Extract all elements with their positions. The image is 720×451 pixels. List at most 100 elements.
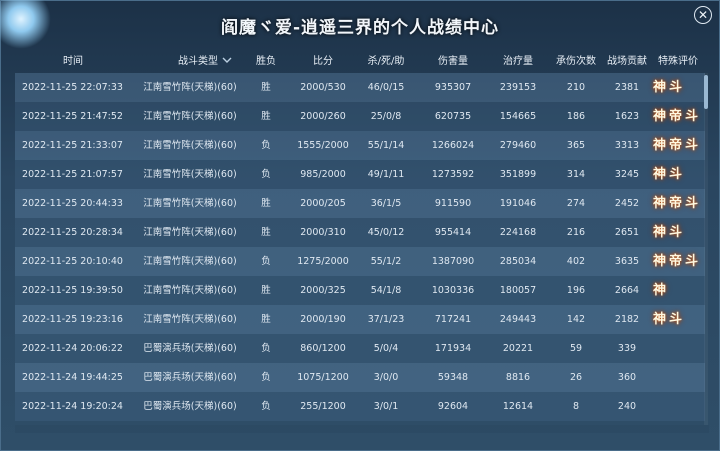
cell-hits-taken: 59 <box>569 343 583 354</box>
cell-damage: 1387090 <box>431 256 475 267</box>
cell-heal: 239153 <box>499 82 537 93</box>
table-row[interactable]: 2022-11-25 21:07:57 江南雪竹阵(天梯)(60) 负 985/… <box>15 160 705 189</box>
cell-heal: 249443 <box>499 314 537 325</box>
cell-result: 胜 <box>261 314 271 325</box>
battle-records-table[interactable]: 2022-11-25 22:07:33 江南雪竹阵(天梯)(60) 胜 2000… <box>15 73 709 425</box>
cell-result: 胜 <box>261 285 271 296</box>
rating-badge: 神帝斗 <box>653 196 702 211</box>
cell-heal: 285034 <box>499 256 537 267</box>
cell-battle-type: 巴蜀演兵场(天梯)(60) <box>143 372 237 383</box>
cell-contribution: 339 <box>617 343 637 354</box>
cell-kda: 49/1/11 <box>367 169 405 180</box>
rating-badge: 神斗 <box>653 167 686 182</box>
table-row[interactable]: 2022-11-25 20:10:40 江南雪竹阵(天梯)(60) 负 1275… <box>15 247 705 276</box>
cell-contribution: 1623 <box>614 111 640 122</box>
cell-kda: 3/0/1 <box>373 401 399 412</box>
cell-battle-type: 巴蜀演兵场(天梯)(60) <box>143 401 237 412</box>
cell-battle-type: 江南雪竹阵(天梯)(60) <box>143 314 237 325</box>
rating-badge: 神 <box>653 283 670 298</box>
column-header-heal: 治疗量 <box>503 56 533 67</box>
cell-kda: 5/0/4 <box>373 343 399 354</box>
table-row[interactable]: 2022-11-24 19:44:25 巴蜀演兵场(天梯)(60) 负 1075… <box>15 363 705 392</box>
cell-contribution: 2182 <box>614 314 640 325</box>
cell-score: 1275/2000 <box>297 256 349 267</box>
cell-damage: 1266024 <box>431 140 475 151</box>
cell-score: 860/1200 <box>300 343 346 354</box>
cell-contribution: 2381 <box>614 82 640 93</box>
column-header-rating: 特殊评价 <box>658 56 698 67</box>
cell-battle-type: 江南雪竹阵(天梯)(60) <box>143 256 237 267</box>
table-row[interactable]: 2022-11-25 22:07:33 江南雪竹阵(天梯)(60) 胜 2000… <box>15 73 705 102</box>
cell-time: 2022-11-25 20:28:34 <box>22 227 123 238</box>
table-row[interactable]: 2022-11-24 20:06:22 巴蜀演兵场(天梯)(60) 负 860/… <box>15 334 705 363</box>
close-icon[interactable]: ✕ <box>694 6 712 24</box>
cell-kda: 54/1/8 <box>370 285 402 296</box>
cell-time: 2022-11-25 20:44:33 <box>22 198 123 209</box>
chevron-down-icon[interactable] <box>222 57 232 67</box>
column-header-battle-type[interactable]: 战斗类型 <box>150 52 260 67</box>
window-title: 阎魔ヾ爱-逍遥三界的个人战绩中心 <box>220 18 500 38</box>
scrollbar-track[interactable] <box>704 73 708 425</box>
cell-kda: 3/0/0 <box>373 372 399 383</box>
cell-contribution: 3313 <box>614 140 640 151</box>
cell-kda: 36/1/5 <box>370 198 402 209</box>
table-bottom-edge <box>15 425 709 433</box>
column-header-result: 胜负 <box>256 56 276 67</box>
scrollbar-thumb[interactable] <box>704 75 708 109</box>
cell-battle-type: 江南雪竹阵(天梯)(60) <box>143 111 237 122</box>
cell-result: 负 <box>261 401 271 412</box>
cell-kda: 55/1/2 <box>370 256 402 267</box>
cell-heal: 20221 <box>502 343 534 354</box>
rating-badge: 神斗 <box>653 312 686 327</box>
cell-result: 胜 <box>261 198 271 209</box>
cell-time: 2022-11-25 22:07:33 <box>22 82 123 93</box>
cell-battle-type: 江南雪竹阵(天梯)(60) <box>143 140 237 151</box>
cell-hits-taken: 314 <box>566 169 586 180</box>
cell-time: 2022-11-25 19:39:50 <box>22 285 123 296</box>
cell-kda: 55/1/14 <box>367 140 405 151</box>
cell-result: 胜 <box>261 227 271 238</box>
table-row[interactable]: 2022-11-24 19:20:24 巴蜀演兵场(天梯)(60) 负 255/… <box>15 392 705 421</box>
cell-damage: 92604 <box>437 401 469 412</box>
table-row[interactable]: 2022-11-25 21:47:52 江南雪竹阵(天梯)(60) 胜 2000… <box>15 102 705 131</box>
cell-battle-type: 江南雪竹阵(天梯)(60) <box>143 198 237 209</box>
cell-damage: 171934 <box>434 343 472 354</box>
cell-heal: 180057 <box>499 285 537 296</box>
cell-result: 负 <box>261 343 271 354</box>
cell-time: 2022-11-24 20:06:22 <box>22 343 123 354</box>
cell-battle-type: 巴蜀演兵场(天梯)(60) <box>143 343 237 354</box>
table-row[interactable]: 2022-11-25 20:28:34 江南雪竹阵(天梯)(60) 胜 2000… <box>15 218 705 247</box>
table-header: 时间 战斗类型 胜负 比分 杀/死/助 伤害量 治疗量 承伤次数 战场贡献 特殊… <box>15 52 709 70</box>
cell-contribution: 360 <box>617 372 637 383</box>
table-row[interactable]: 2022-11-25 19:23:16 江南雪竹阵(天梯)(60) 胜 2000… <box>15 305 705 334</box>
cell-contribution: 240 <box>617 401 637 412</box>
cell-damage: 1273592 <box>431 169 475 180</box>
rating-badge: 神斗 <box>653 80 686 95</box>
rating-badge: 神帝斗 <box>653 109 702 124</box>
table-row[interactable]: 2022-11-25 21:33:07 江南雪竹阵(天梯)(60) 负 1555… <box>15 131 705 160</box>
cell-hits-taken: 196 <box>566 285 586 296</box>
cell-result: 胜 <box>261 111 271 122</box>
rating-badge: 神帝斗 <box>653 138 702 153</box>
cell-score: 2000/190 <box>300 314 346 325</box>
cell-battle-type: 江南雪竹阵(天梯)(60) <box>143 227 237 238</box>
cell-score: 1075/1200 <box>297 372 349 383</box>
cell-heal: 8816 <box>505 372 531 383</box>
cell-heal: 12614 <box>502 401 534 412</box>
table-row[interactable]: 2022-11-25 19:39:50 江南雪竹阵(天梯)(60) 胜 2000… <box>15 276 705 305</box>
cell-time: 2022-11-25 19:23:16 <box>22 314 123 325</box>
battle-record-window: 阎魔ヾ爱-逍遥三界的个人战绩中心 ✕ 时间 战斗类型 胜负 比分 杀/死/助 伤… <box>0 0 720 451</box>
column-header-kda: 杀/死/助 <box>367 56 405 67</box>
cell-score: 255/1200 <box>300 401 346 412</box>
cell-result: 负 <box>261 140 271 151</box>
table-row[interactable]: 2022-11-25 20:44:33 江南雪竹阵(天梯)(60) 胜 2000… <box>15 189 705 218</box>
cell-hits-taken: 402 <box>566 256 586 267</box>
cell-contribution: 2452 <box>614 198 640 209</box>
cell-kda: 37/1/23 <box>367 314 405 325</box>
cell-hits-taken: 8 <box>572 401 580 412</box>
cell-score: 2000/325 <box>300 285 346 296</box>
cell-time: 2022-11-25 21:33:07 <box>22 140 123 151</box>
rating-badge: 神斗 <box>653 225 686 240</box>
column-header-contribution: 战场贡献 <box>607 56 647 67</box>
cell-hits-taken: 210 <box>566 82 586 93</box>
